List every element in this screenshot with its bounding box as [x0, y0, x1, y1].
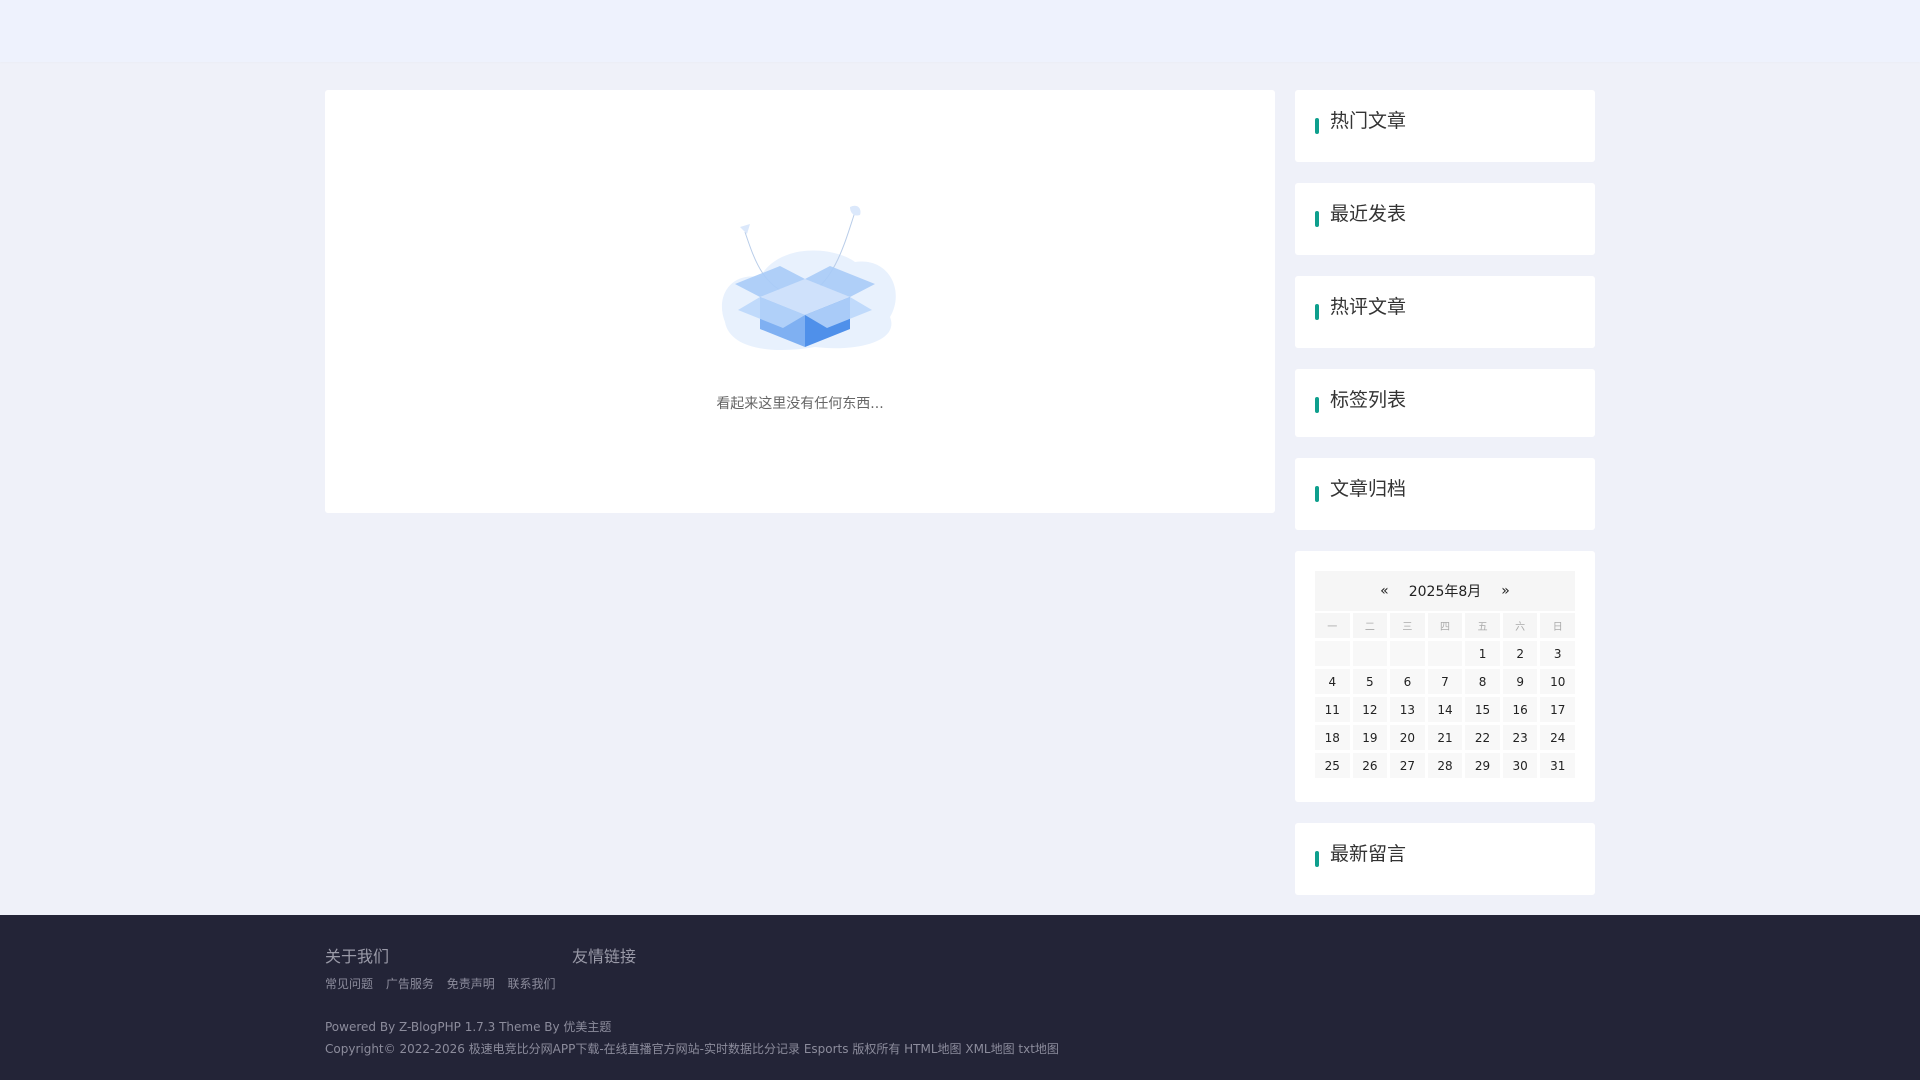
widget-title-accent	[1315, 486, 1319, 502]
empty-message: 看起来这里没有任何东西...	[716, 396, 884, 412]
widget-title-accent	[1315, 211, 1319, 227]
calendar-day: 15	[1465, 697, 1500, 722]
footer-link-ads[interactable]: 广告服务	[386, 977, 434, 991]
calendar-day: 21	[1427, 725, 1463, 750]
widget-archive: 文章归档	[1295, 458, 1595, 530]
calendar-weekday: 四	[1427, 613, 1463, 638]
calendar-day: 10	[1540, 669, 1575, 694]
calendar-day: 20	[1390, 725, 1425, 750]
widget-recent-posts: 最近发表	[1295, 183, 1595, 255]
calendar-weekday: 二	[1352, 613, 1388, 638]
calendar-weekday: 三	[1390, 613, 1425, 638]
calendar-day: 28	[1427, 753, 1463, 778]
calendar-day: 4	[1315, 669, 1350, 694]
calendar-day: 5	[1352, 669, 1388, 694]
widget-title: 热评文章	[1330, 296, 1407, 318]
calendar-prev-button[interactable]: «	[1380, 583, 1389, 599]
calendar-day: 16	[1502, 697, 1538, 722]
calendar-grid: 一二三四五六日 1 2 3 4 5 6 7 8 9 10 11 12 13 14 15 16 17 18 19 20 21…	[1315, 613, 1575, 778]
calendar-month-label: 2025年8月	[1408, 584, 1482, 600]
widget-title-accent	[1315, 118, 1319, 134]
widget-title: 文章归档	[1330, 478, 1407, 500]
widget-hot-comments: 热评文章	[1295, 276, 1595, 348]
calendar: « 2025年8月 » 一二三四五六日 1 2 3 4 5 6 7 8 9 10 11 12 13 14 15…	[1315, 571, 1575, 778]
calendar-day: 17	[1540, 697, 1575, 722]
footer-powered-by: Powered By Z-BlogPHP 1.7.3 Theme By 优美主题	[325, 1020, 612, 1034]
calendar-day: 27	[1390, 753, 1425, 778]
widget-title: 热门文章	[1330, 110, 1407, 132]
widget-title: 标签列表	[1330, 389, 1407, 411]
widget-title: 最近发表	[1330, 203, 1407, 225]
calendar-weekday: 一	[1315, 613, 1350, 638]
calendar-weekday: 日	[1540, 613, 1575, 638]
calendar-weekday: 五	[1465, 613, 1500, 638]
footer-copyright: Copyright© 2022-2026 极速电竞比分网APP下载-在线直播官方…	[325, 1042, 1059, 1056]
calendar-day: 31	[1540, 753, 1575, 778]
calendar-day: 18	[1315, 725, 1350, 750]
calendar-day: 14	[1427, 697, 1463, 722]
calendar-day: 26	[1352, 753, 1388, 778]
widget-latest-comments: 最新留言	[1295, 823, 1595, 895]
footer-link-contact[interactable]: 联系我们	[508, 977, 556, 991]
calendar-day: 12	[1352, 697, 1388, 722]
widget-hot-articles: 热门文章	[1295, 90, 1595, 162]
calendar-weekday: 六	[1502, 613, 1538, 638]
footer-link-disclaimer[interactable]: 免责声明	[447, 977, 495, 991]
calendar-day: 25	[1315, 753, 1350, 778]
footer-link-faq[interactable]: 常见问题	[325, 977, 373, 991]
footer-about-heading: 关于我们	[325, 947, 390, 966]
calendar-day: 23	[1502, 725, 1538, 750]
calendar-empty-cell	[1427, 641, 1463, 666]
calendar-day: 6	[1390, 669, 1425, 694]
calendar-header: « 2025年8月 »	[1315, 571, 1575, 611]
calendar-empty-cell	[1352, 641, 1388, 666]
footer-link-list: 常见问题 广告服务 免责声明 联系我们	[325, 975, 565, 992]
calendar-day: 19	[1352, 725, 1388, 750]
calendar-next-button[interactable]: »	[1501, 583, 1510, 599]
calendar-day: 29	[1465, 753, 1500, 778]
calendar-day: 13	[1390, 697, 1425, 722]
calendar-day: 7	[1427, 669, 1463, 694]
calendar-empty-cell	[1390, 641, 1425, 666]
empty-box-illustration	[721, 205, 896, 351]
widget-calendar: « 2025年8月 » 一二三四五六日 1 2 3 4 5 6 7 8 9 10 11 12 13 14 15…	[1295, 551, 1595, 802]
widget-title-accent	[1315, 851, 1319, 867]
widget-title-accent	[1315, 397, 1319, 413]
calendar-day: 30	[1502, 753, 1538, 778]
site-footer: 关于我们 友情链接 常见问题 广告服务 免责声明 联系我们 Powered By…	[0, 915, 1920, 1080]
widget-title: 最新留言	[1330, 843, 1407, 865]
top-header-bar	[0, 0, 1920, 62]
footer-links-heading: 友情链接	[572, 947, 637, 966]
calendar-day: 9	[1502, 669, 1538, 694]
calendar-day: 22	[1465, 725, 1500, 750]
calendar-day: 24	[1540, 725, 1575, 750]
widget-tag-list: 标签列表	[1295, 369, 1595, 437]
calendar-day: 2	[1502, 641, 1538, 666]
content-card: 看起来这里没有任何东西...	[325, 90, 1275, 513]
calendar-empty-cell	[1315, 641, 1350, 666]
calendar-day: 1	[1465, 641, 1500, 666]
calendar-day: 11	[1315, 697, 1350, 722]
calendar-day: 8	[1465, 669, 1500, 694]
widget-title-accent	[1315, 304, 1319, 320]
calendar-day: 3	[1540, 641, 1575, 666]
